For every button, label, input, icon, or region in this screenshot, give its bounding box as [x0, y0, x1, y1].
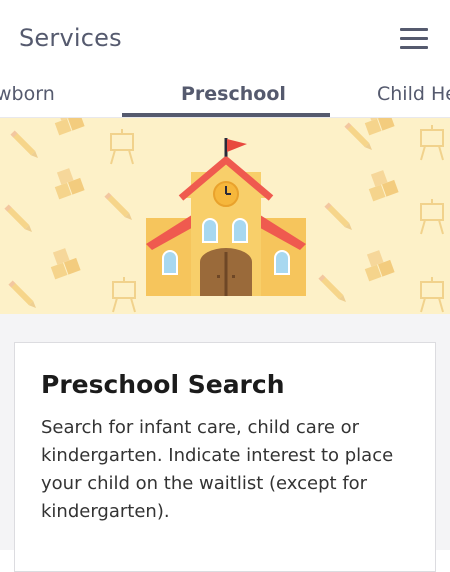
card-title: Preschool Search [41, 370, 285, 399]
page-title: Services [19, 24, 122, 52]
tab-child-health[interactable]: Child He [377, 83, 450, 105]
tab-preschool[interactable]: Preschool [181, 83, 286, 105]
preschool-search-card[interactable]: Preschool Search Search for infant care,… [14, 342, 436, 572]
preschool-banner [0, 118, 450, 314]
card-description: Search for infant care, child care or ki… [41, 417, 394, 522]
schoolhouse-icon [146, 138, 306, 296]
app-header: Services [0, 0, 450, 76]
service-tabs: wborn Preschool Child He [0, 76, 450, 118]
hamburger-menu-icon[interactable] [398, 26, 430, 50]
tab-newborn[interactable]: wborn [0, 83, 55, 105]
banner-illustration [4, 118, 444, 313]
